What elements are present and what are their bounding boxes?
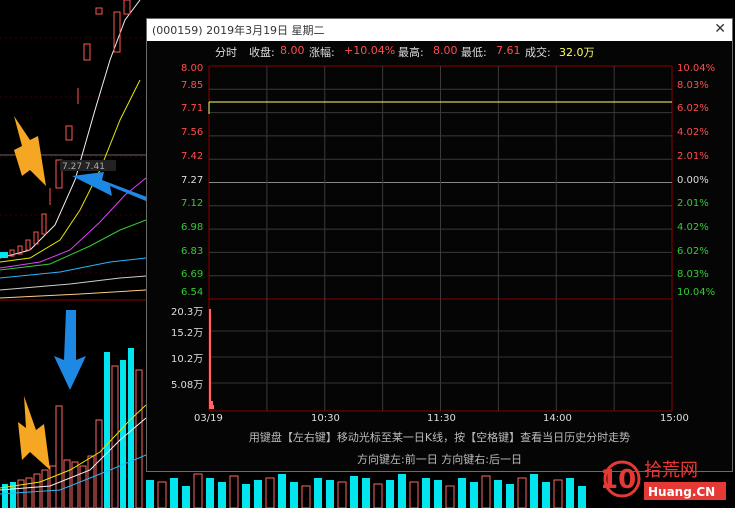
volume-tick: 5.08万 bbox=[171, 380, 204, 391]
price-tick: 7.85 bbox=[181, 80, 204, 91]
percent-tick: 2.01% bbox=[677, 151, 709, 162]
volume-tick: 20.3万 bbox=[171, 307, 204, 318]
volume-bars bbox=[209, 309, 214, 409]
time-tick: 14:00 bbox=[543, 413, 572, 424]
ma-line-cyan bbox=[0, 257, 147, 279]
watermark-number: 10 bbox=[600, 465, 636, 495]
intraday-chart[interactable] bbox=[147, 19, 732, 471]
percent-tick: 4.02% bbox=[677, 127, 709, 138]
chart-grid bbox=[208, 65, 673, 412]
time-tick: 11:30 bbox=[427, 413, 456, 424]
orange-arrow-icon bbox=[14, 116, 46, 186]
time-tick: 03/19 bbox=[194, 413, 223, 424]
price-tick: 7.71 bbox=[181, 103, 204, 114]
ma-line-white-2 bbox=[0, 275, 147, 291]
price-tick: 7.27 bbox=[181, 175, 204, 186]
percent-tick: 4.02% bbox=[677, 222, 709, 233]
cursor-price-label: 7.27 7.41 bbox=[62, 162, 105, 172]
ma-line-orange bbox=[0, 289, 147, 299]
price-tick: 7.42 bbox=[181, 151, 204, 162]
time-tick: 15:00 bbox=[660, 413, 689, 424]
price-tick: 6.83 bbox=[181, 246, 204, 257]
price-tick: 8.00 bbox=[181, 63, 204, 74]
site-watermark-logo: 10 拾荒网 Huang.CN bbox=[600, 460, 726, 500]
price-tick: 6.54 bbox=[181, 287, 204, 298]
watermark-brand: 拾荒网 bbox=[644, 460, 698, 481]
volume-tick: 15.2万 bbox=[171, 328, 204, 339]
keyboard-hint: 用键盘【左右键】移动光标至某一日K线，按【空格键】查看当日历史分时走势 bbox=[248, 431, 631, 444]
percent-tick: 8.03% bbox=[677, 269, 709, 280]
percent-tick: 8.03% bbox=[677, 80, 709, 91]
price-tick: 6.69 bbox=[181, 269, 204, 280]
volume-tick: 10.2万 bbox=[171, 354, 204, 365]
percent-tick: 0.00% bbox=[677, 175, 709, 186]
percent-tick: 6.02% bbox=[677, 103, 709, 114]
percent-tick: 10.04% bbox=[677, 287, 716, 298]
intraday-popup-window[interactable]: (000159) 2019年3月19日 星期二 ✕ 分时 收盘: 8.00 涨幅… bbox=[146, 18, 733, 472]
blue-down-arrow-icon bbox=[54, 310, 86, 390]
price-tick: 7.56 bbox=[181, 127, 204, 138]
orange-down-arrow-icon bbox=[18, 396, 50, 470]
price-tick: 7.12 bbox=[181, 198, 204, 209]
time-tick: 10:30 bbox=[311, 413, 340, 424]
percent-tick: 6.02% bbox=[677, 246, 709, 257]
price-tick: 6.98 bbox=[181, 222, 204, 233]
percent-tick: 10.04% bbox=[677, 63, 716, 74]
ma-line-green bbox=[0, 219, 147, 271]
watermark-domain: Huang.CN bbox=[648, 485, 715, 499]
percent-tick: 2.01% bbox=[677, 198, 709, 209]
